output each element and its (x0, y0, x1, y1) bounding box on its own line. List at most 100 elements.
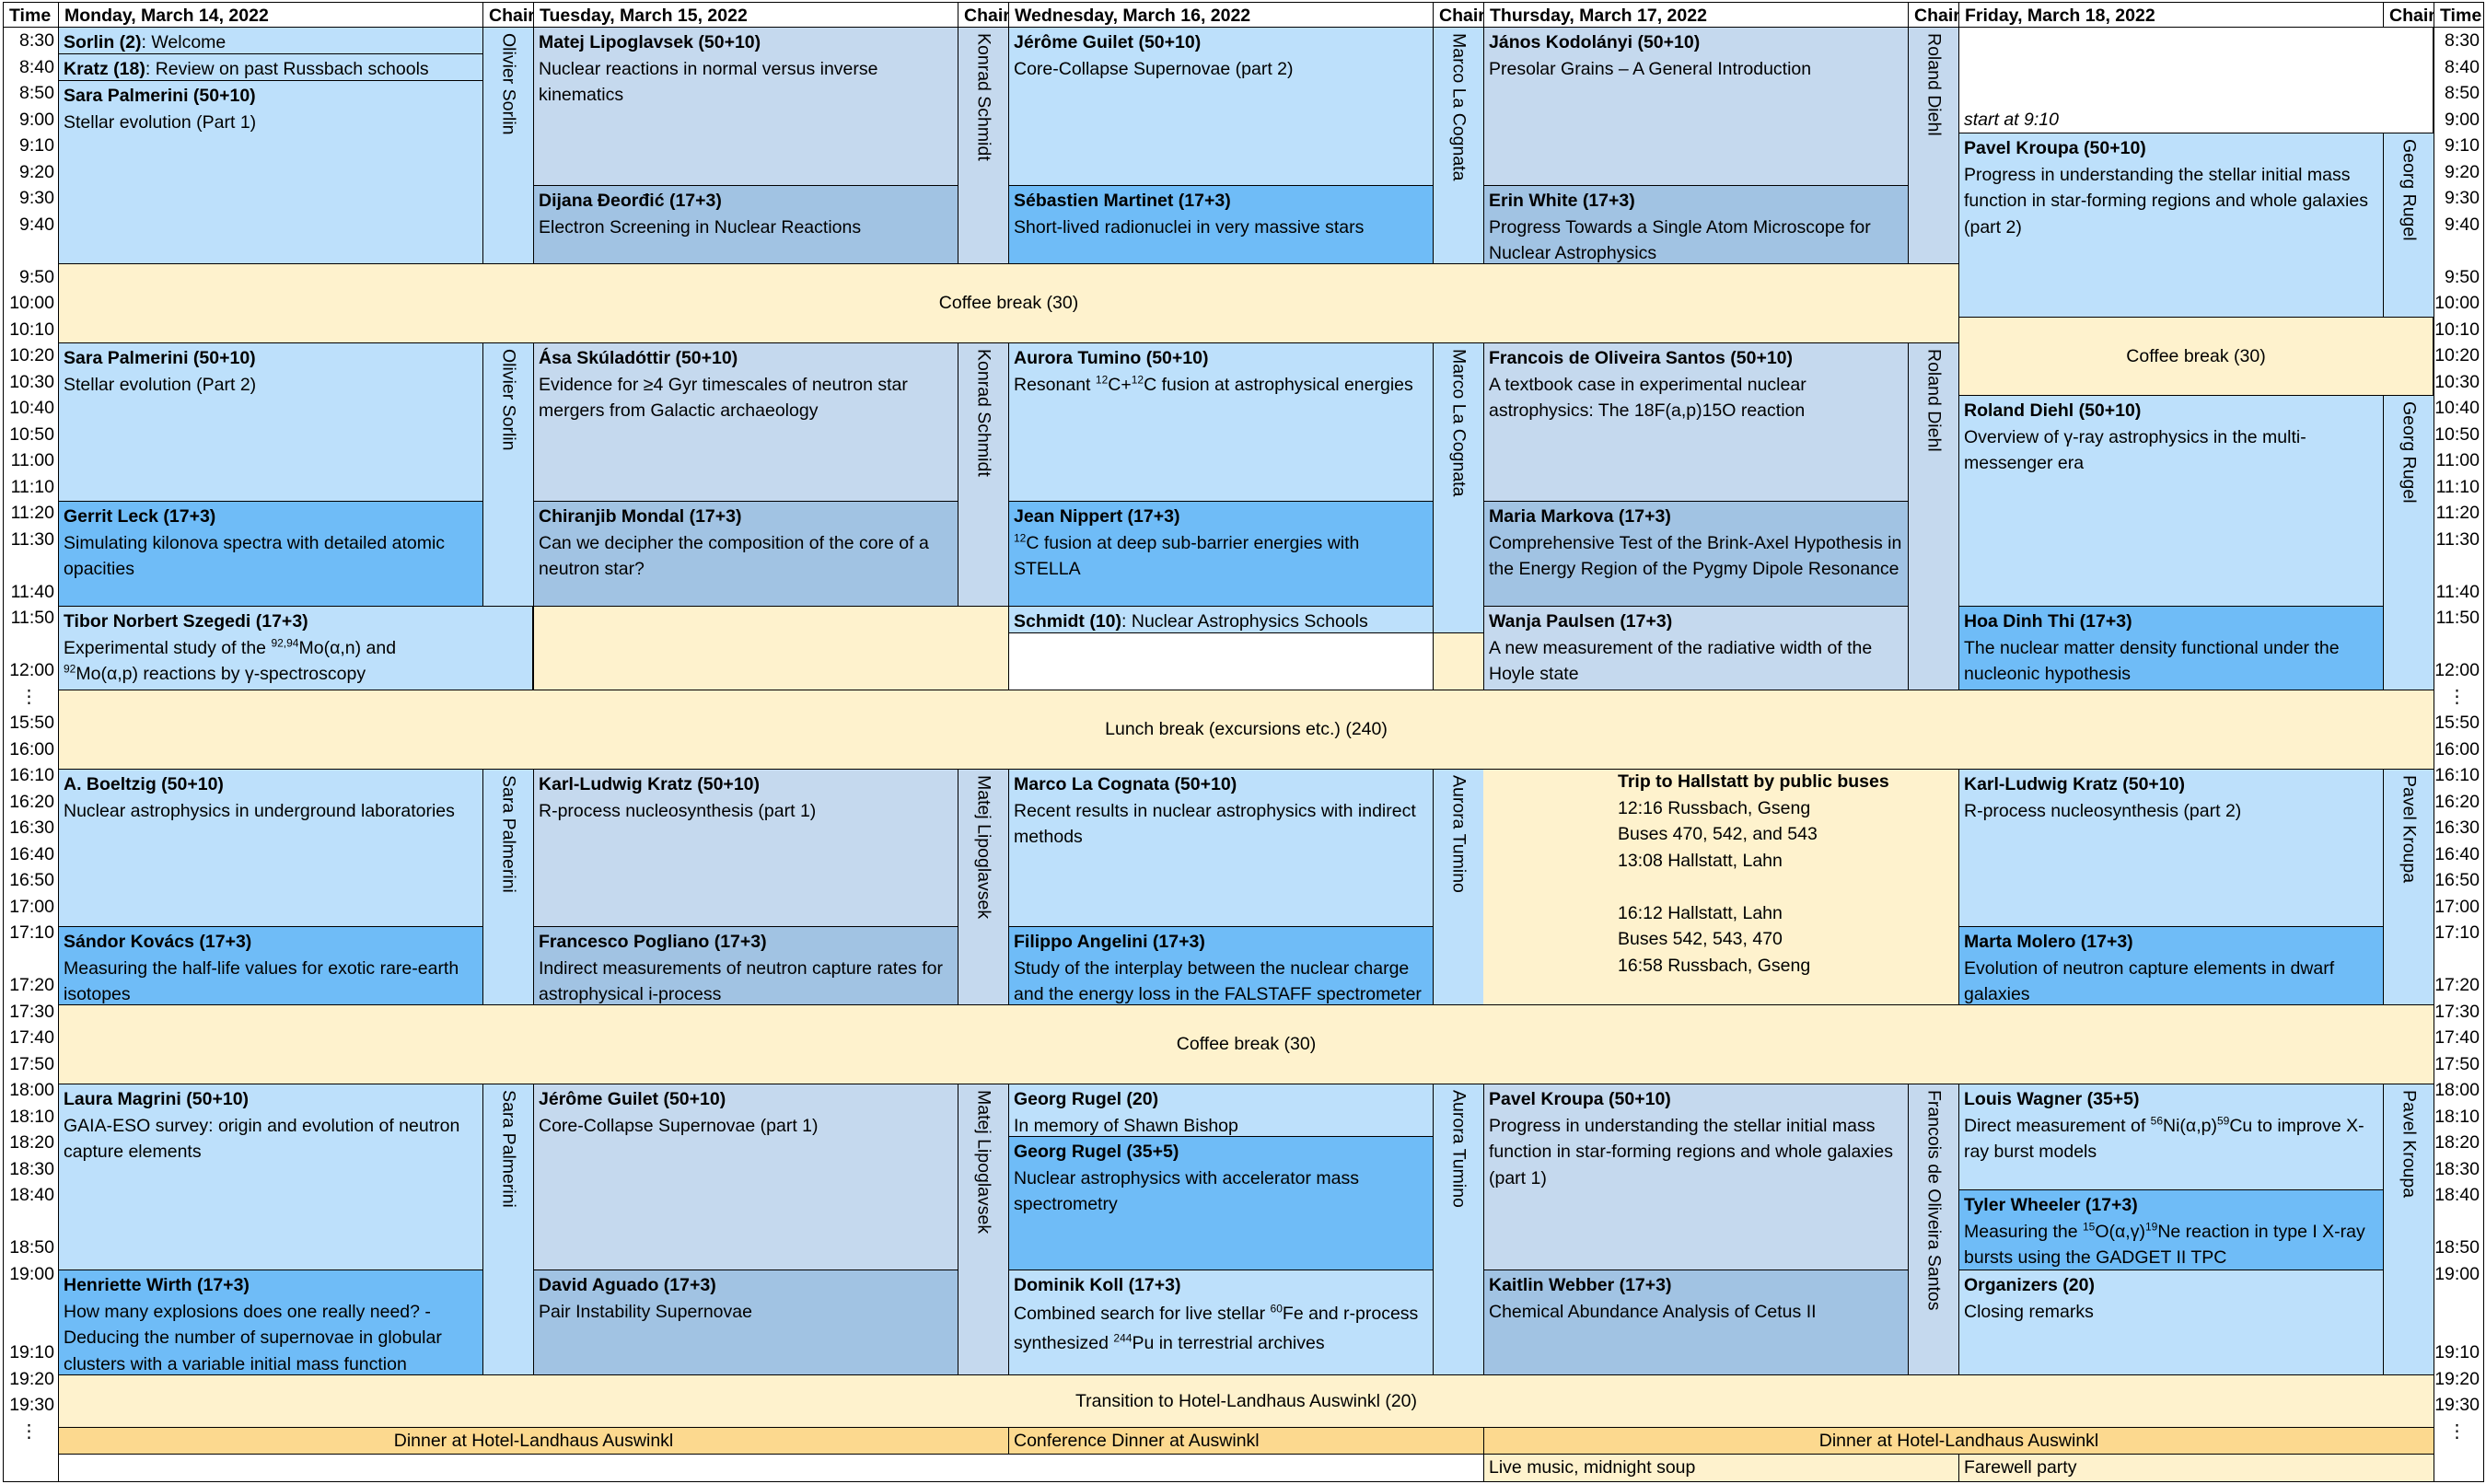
talk-aguado: David Aguado (17+3) Pair Instability Sup… (533, 1270, 958, 1375)
time-slot (4, 552, 54, 579)
time-slot: 18:10 (9, 1106, 54, 1127)
time-slot: 18:10 (2434, 1106, 2480, 1127)
chair-mon-pm: Sara Palmerini (482, 769, 534, 1005)
talk-santos: Francois de Oliveira Santos (50+10) A te… (1483, 342, 1909, 502)
time-slot: 17:50 (2434, 1053, 2480, 1074)
dinner-mon-tue: Dinner at Hotel-Landhaus Auswinkl (58, 1427, 1009, 1455)
time-slot: 8:50 (2445, 83, 2480, 103)
talk-wirth: Henriette Wirth (17+3) How many explosio… (58, 1270, 483, 1375)
time-slot: 11:00 (10, 450, 54, 470)
time-slot: 16:50 (9, 870, 54, 890)
chair-tue-late: Konrad Schmidt (958, 342, 1009, 607)
time-slot: 9:20 (2445, 161, 2480, 182)
talk-organizers: Organizers (20) Closing remarks (1958, 1270, 2384, 1375)
time-slot: 16:50 (2434, 870, 2480, 890)
time-slot: 16:40 (2434, 843, 2480, 864)
time-slot (2434, 632, 2480, 658)
talk-kodolanyi: János Kodolányi (50+10) Presolar Grains … (1483, 27, 1909, 186)
time-slot: 16:00 (2434, 738, 2480, 759)
time-slot: 9:40 (19, 214, 54, 235)
talk-sorlin: Sorlin (2): Welcome (58, 27, 483, 54)
talk-skuladottir: Ása Skúladóttir (50+10) Evidence for ≥4 … (533, 342, 958, 502)
time-slot: 16:20 (9, 791, 54, 812)
lunch-filler-wed (1433, 632, 1484, 690)
chair-tue-pm: Matej Lipoglavsek (958, 769, 1009, 1005)
talk-molero: Marta Molero (17+3) Evolution of neutron… (1958, 926, 2384, 1005)
time-slot: 10:40 (9, 398, 54, 418)
time-slot: 11:50 (2435, 608, 2480, 628)
lunch-break: Lunch break (excursions etc.) (240) (58, 690, 2434, 770)
time-slot: 11:00 (2435, 450, 2480, 470)
time-slot: 9:40 (2445, 214, 2480, 235)
time-slot: 8:30 (2445, 30, 2480, 51)
time-slot: 18:20 (2434, 1132, 2480, 1153)
live-music: Live music, midnight soup (1483, 1454, 1959, 1482)
time-slot: 11:20 (2435, 503, 2480, 523)
coffee-break-afternoon: Coffee break (30) (58, 1004, 2434, 1084)
talk-leck: Gerrit Leck (17+3) Simulating kilonova s… (58, 501, 483, 607)
time-slot: 19:20 (9, 1368, 54, 1389)
time-slot: 16:00 (9, 738, 54, 759)
time-slot (4, 1314, 54, 1340)
talk-white: Erin White (17+3) Progress Towards a Sin… (1483, 185, 1909, 264)
time-slot: 11:10 (10, 476, 54, 497)
time-slot (4, 946, 54, 973)
chair-mon-eve: Sara Palmerini (482, 1084, 534, 1375)
chair-tue-am: Konrad Schmidt (958, 27, 1009, 264)
trip-line: 12:16 Russbach, Gseng (1618, 797, 1811, 818)
time-slot: ⋮ (19, 686, 39, 707)
chair-thu-eve: Francois de Oliveira Santos (1908, 1084, 1959, 1375)
time-slot: 9:50 (19, 266, 54, 287)
time-slot (2434, 552, 2480, 579)
time-slot (4, 1287, 54, 1314)
time-slot (2434, 1287, 2480, 1314)
header-chair-fri: Chair (2383, 2, 2434, 28)
time-slot: 15:50 (2434, 713, 2480, 733)
time-slot: 18:00 (9, 1080, 54, 1100)
talk-webber: Kaitlin Webber (17+3) Chemical Abundance… (1483, 1270, 1909, 1375)
chair-fri-late: Georg Rugel (2383, 395, 2434, 690)
talk-kovacs: Sándor Kovács (17+3) Measuring the half-… (58, 926, 483, 1005)
time-column-left: 8:30 8:40 8:50 9:00 9:10 9:20 9:30 9:40 9:50 10:0… (3, 27, 59, 1482)
time-slot: 10:30 (9, 371, 54, 392)
conference-schedule: Time Monday, March 14, 2022 Chair Tuesda… (0, 0, 2486, 1484)
header-chair-tue: Chair (958, 2, 1009, 28)
talk-kroupa-2: Pavel Kroupa (50+10) Progress in underst… (1958, 133, 2384, 318)
header-friday: Friday, March 18, 2022 (1958, 2, 2384, 28)
time-slot: 16:30 (2434, 817, 2480, 838)
talk-deordic: Dijana Ðeorđić (17+3) Electron Screening… (533, 185, 958, 264)
time-slot: ⋮ (2447, 1420, 2467, 1442)
talk-nippert: Jean Nippert (17+3) 12C fusion at deep s… (1008, 501, 1434, 607)
time-slot: 18:40 (9, 1185, 54, 1205)
time-slot: 10:20 (9, 345, 54, 365)
time-slot: 12:00 (2434, 660, 2480, 680)
time-slot (2434, 946, 2480, 973)
chair-thu-late: Roland Diehl (1908, 342, 1959, 690)
time-slot: 19:30 (9, 1395, 54, 1415)
trip-info: Trip to Hallstatt by public buses 12:16 … (1483, 769, 1958, 1005)
time-slot: 16:20 (2434, 791, 2480, 812)
trip-lines: 12:16 Russbach, Gseng Buses 470, 542, and… (1618, 795, 1949, 980)
talk-tumino: Aurora Tumino (50+10) Resonant 12C+12C f… (1008, 342, 1434, 502)
time-slot: 11:30 (2435, 528, 2480, 550)
coffee-break-morning: Coffee break (30) (58, 263, 1959, 343)
trip-line: 16:12 Hallstatt, Lahn (1618, 902, 1783, 923)
talk-martinet: Sébastien Martinet (17+3) Short-lived ra… (1008, 185, 1434, 264)
talk-palmerini-2: Sara Palmerini (50+10) Stellar evolution… (58, 342, 483, 502)
time-slot: 16:30 (9, 817, 54, 838)
talk-wheeler: Tyler Wheeler (17+3) Measuring the 15O(α… (1958, 1189, 2384, 1270)
header-time-right: Time (2434, 2, 2484, 28)
time-slot: 17:50 (9, 1053, 54, 1074)
time-slot: 11:20 (10, 503, 54, 523)
time-slot: 9:30 (19, 188, 54, 208)
chair-mon-am: Olivier Sorlin (482, 27, 534, 264)
talk-paulsen: Wanja Paulsen (17+3) A new measurement o… (1483, 606, 1909, 690)
time-slot: 17:30 (9, 1001, 54, 1022)
time-slot: 18:00 (2434, 1080, 2480, 1100)
time-slot: 11:10 (2435, 476, 2480, 497)
time-slot: 10:50 (2434, 423, 2480, 445)
time-slot: 16:10 (9, 765, 54, 785)
talk-boeltzig: A. Boeltzig (50+10) Nuclear astrophysics… (58, 769, 483, 927)
time-slot: 8:50 (19, 83, 54, 103)
talk-angelini: Filippo Angelini (17+3) Study of the int… (1008, 926, 1434, 1005)
